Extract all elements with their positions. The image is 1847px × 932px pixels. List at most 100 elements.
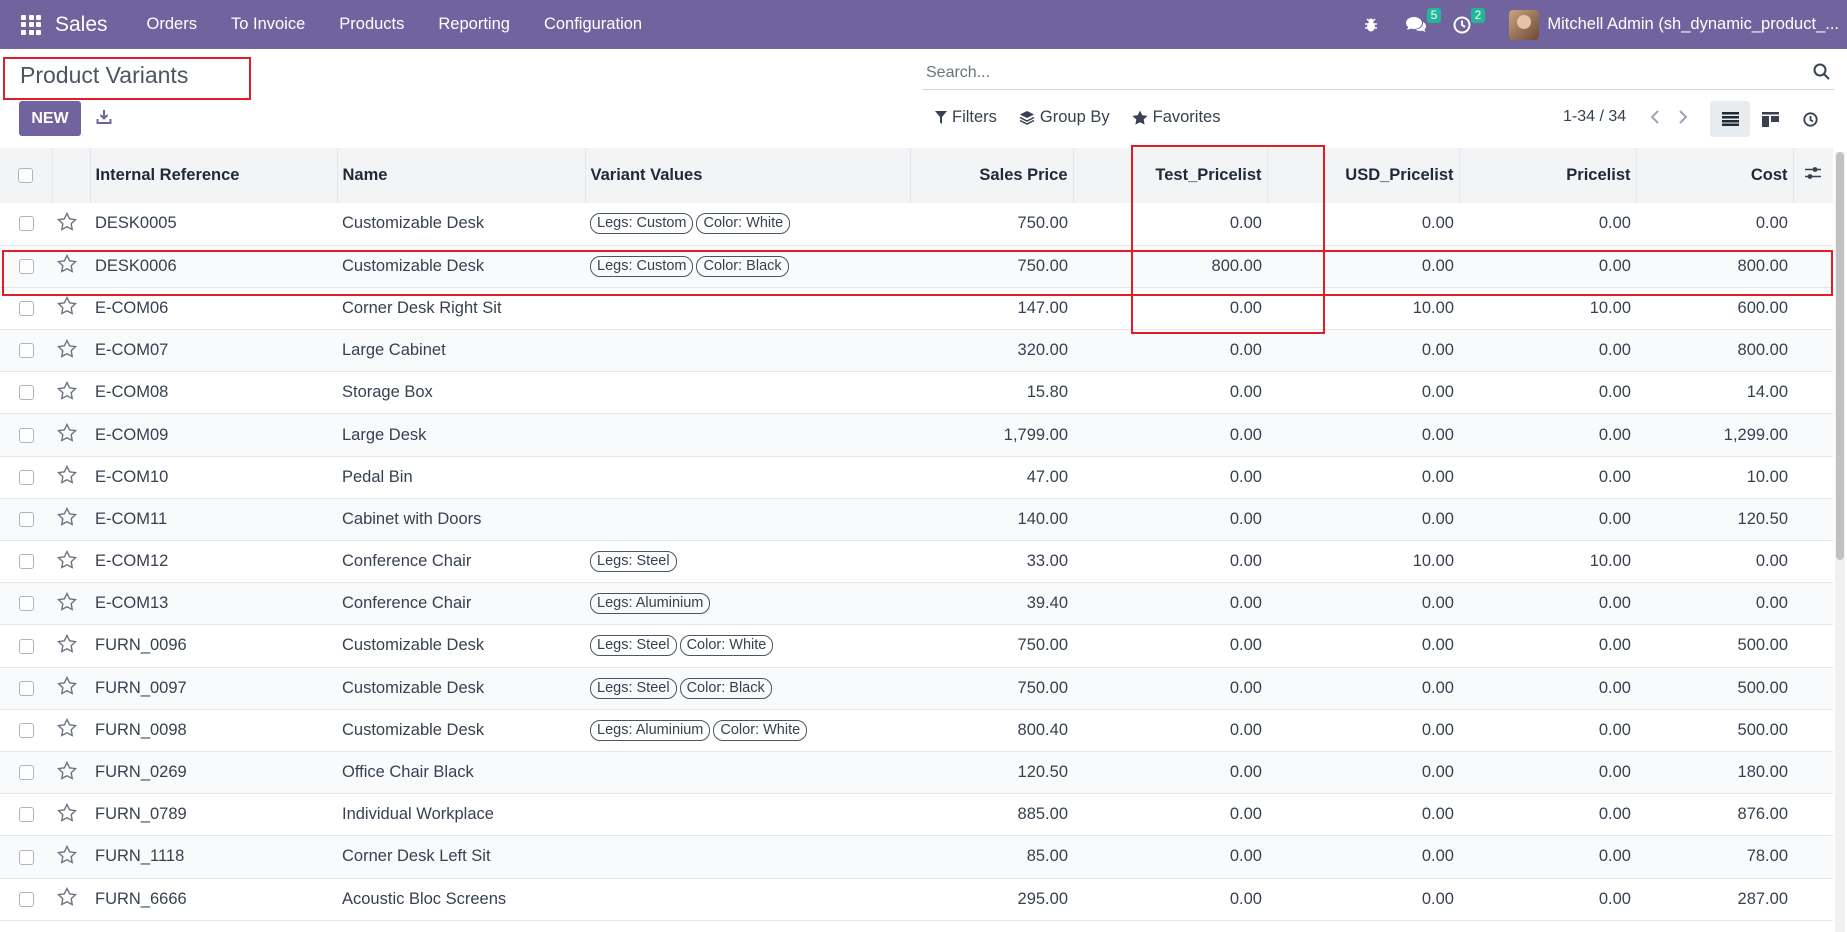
cell-test-pricelist: 0.00 [1229, 214, 1262, 233]
favorite-star-icon[interactable] [56, 507, 78, 531]
table-row[interactable]: FURN_0097 Customizable Desk Legs: Steel Col… [0, 667, 1833, 710]
row-checkbox[interactable] [18, 596, 34, 612]
favorites-button[interactable]: Favorites [1132, 108, 1220, 127]
table-row[interactable]: E-COM08 Storage Box 15.80 0.00 0.00 0.00 14.00 [0, 372, 1833, 414]
cell-variant-values: Legs: Custom Color: White [585, 203, 910, 245]
activity-view-icon[interactable] [1790, 101, 1830, 137]
list-view-icon[interactable] [1710, 101, 1750, 137]
favorite-star-icon[interactable] [56, 211, 78, 236]
cell-spacer [1793, 878, 1833, 920]
row-checkbox[interactable] [18, 512, 34, 528]
user-menu[interactable]: Mitchell Admin (sh_dynamic_product_... [1509, 9, 1839, 40]
table-row[interactable]: FURN_0269 Office Chair Black 120.50 0.00 0.0… [0, 751, 1833, 794]
menu-item-to-invoice[interactable]: To Invoice [214, 15, 322, 34]
cell-variant-values [585, 836, 910, 878]
row-checkbox[interactable] [18, 216, 34, 232]
search-input[interactable] [923, 63, 1783, 82]
favorite-star-icon[interactable] [56, 760, 78, 785]
cell-test-pricelist: 0.00 [1229, 383, 1262, 402]
row-checkbox[interactable] [18, 891, 34, 907]
cell-test-pricelist: 0.00 [1229, 341, 1262, 360]
favorite-star-icon[interactable] [56, 549, 78, 574]
header-pricelist[interactable]: Pricelist [1459, 148, 1637, 203]
cell-variant-values: Legs: Aluminium Color: White [585, 709, 910, 751]
group-by-label: Group By [1039, 108, 1110, 126]
cell-spacer [1793, 414, 1833, 456]
vertical-scrollbar[interactable] [1835, 152, 1845, 932]
row-checkbox[interactable] [18, 765, 34, 781]
favorite-star-icon[interactable] [56, 718, 78, 742]
filters-button[interactable]: Filters [935, 108, 997, 127]
menu-item-products[interactable]: Products [322, 15, 421, 34]
select-all-checkbox[interactable] [18, 168, 34, 184]
row-checkbox[interactable] [18, 722, 34, 738]
table-row[interactable]: FURN_0789 Individual Workplace 885.00 0.00 0… [0, 794, 1833, 836]
menu-item-orders[interactable]: Orders [130, 15, 214, 34]
row-checkbox[interactable] [18, 638, 34, 654]
cell-test-pricelist: 0.00 [1229, 298, 1262, 317]
table-row[interactable]: E-COM07 Large Cabinet 320.00 0.00 0.00 0.00 80… [0, 329, 1833, 372]
table-row[interactable]: E-COM11 Cabinet with Doors 140.00 0.00 0.00 0… [0, 498, 1833, 541]
table-row[interactable]: FURN_0098 Customizable Desk Legs: Aluminiu… [0, 709, 1833, 752]
table-row[interactable]: FURN_6666 Acoustic Bloc Screens 295.00 0.00… [0, 878, 1833, 921]
row-checkbox[interactable] [18, 343, 34, 359]
pager-value[interactable]: 1-34 / 34 [1563, 108, 1626, 126]
favorite-star-icon[interactable] [56, 591, 78, 616]
favorite-star-icon[interactable] [56, 465, 78, 489]
table-row[interactable]: E-COM13 Conference Chair Legs: Aluminium 39… [0, 582, 1833, 625]
row-checkbox[interactable] [18, 554, 34, 570]
debug-bug-icon[interactable] [1363, 17, 1379, 33]
row-checkbox[interactable] [18, 385, 34, 401]
favorite-star-icon[interactable] [56, 338, 78, 363]
pager-previous-icon[interactable] [1641, 106, 1669, 128]
favorite-star-icon[interactable] [56, 844, 78, 869]
table-row[interactable]: E-COM12 Conference Chair Legs: Steel 33.00 0… [0, 541, 1833, 583]
apps-grid-icon[interactable] [21, 14, 41, 35]
favorite-star-icon[interactable] [56, 676, 78, 700]
header-internal-reference[interactable]: Internal Reference [90, 148, 338, 203]
header-usd-pricelist[interactable]: USD_Pricelist [1267, 148, 1460, 203]
activities-clock-icon[interactable]: 2 [1453, 7, 1486, 34]
cell-internal-reference: DESK0005 [95, 214, 177, 233]
new-button[interactable]: NEW [19, 101, 81, 136]
cell-sales-price: 147.00 [1017, 298, 1068, 317]
cell-pricelist: 0.00 [1598, 678, 1631, 697]
row-checkbox[interactable] [18, 680, 34, 696]
row-checkbox[interactable] [18, 807, 34, 823]
table-row[interactable]: DESK0005 Customizable Desk Legs: Custom Col… [0, 203, 1833, 246]
app-brand[interactable]: Sales [55, 13, 108, 37]
header-cost[interactable]: Cost [1636, 148, 1794, 203]
table-row[interactable]: E-COM10 Pedal Bin 47.00 0.00 0.00 0.00 10.00 [0, 456, 1833, 499]
header-test-pricelist[interactable]: Test_Pricelist [1073, 148, 1268, 203]
row-checkbox[interactable] [18, 427, 34, 443]
row-checkbox[interactable] [18, 469, 34, 485]
favorite-star-icon[interactable] [56, 296, 78, 320]
pager-next-icon[interactable] [1669, 106, 1697, 128]
header-variant-values[interactable]: Variant Values [585, 148, 911, 203]
table-row[interactable]: E-COM09 Large Desk 1,799.00 0.00 0.00 0.00 1,2… [0, 413, 1833, 457]
favorite-star-icon[interactable] [56, 887, 78, 911]
search-icon[interactable] [1813, 63, 1830, 85]
row-checkbox[interactable] [18, 301, 34, 317]
table-row[interactable]: FURN_1118 Corner Desk Left Sit 85.00 0.00 0.… [0, 835, 1833, 878]
table-row[interactable]: DESK0006 Customizable Desk Legs: Custom Col… [0, 245, 1833, 288]
menu-item-reporting[interactable]: Reporting [421, 15, 527, 34]
favorite-star-icon[interactable] [56, 380, 78, 405]
messages-chat-icon[interactable]: 5 [1405, 7, 1442, 34]
table-row[interactable]: E-COM06 Corner Desk Right Sit 147.00 0.00 10… [0, 287, 1833, 330]
favorite-star-icon[interactable] [56, 422, 78, 447]
favorite-star-icon[interactable] [56, 633, 78, 658]
header-sales-price[interactable]: Sales Price [910, 148, 1074, 203]
favorite-star-icon[interactable] [56, 254, 78, 278]
menu-item-configuration[interactable]: Configuration [527, 15, 659, 34]
group-by-button[interactable]: Group By [1019, 108, 1110, 127]
kanban-view-icon[interactable] [1750, 101, 1790, 137]
header-name[interactable]: Name [337, 148, 586, 203]
table-row[interactable]: FURN_0096 Customizable Desk Legs: Steel Col… [0, 625, 1833, 668]
favorite-star-icon[interactable] [56, 802, 78, 827]
row-checkbox[interactable] [18, 258, 34, 274]
scrollbar-thumb[interactable] [1836, 152, 1844, 560]
download-icon[interactable] [92, 104, 116, 130]
optional-columns-toggle[interactable] [1793, 148, 1833, 203]
row-checkbox[interactable] [18, 849, 34, 865]
